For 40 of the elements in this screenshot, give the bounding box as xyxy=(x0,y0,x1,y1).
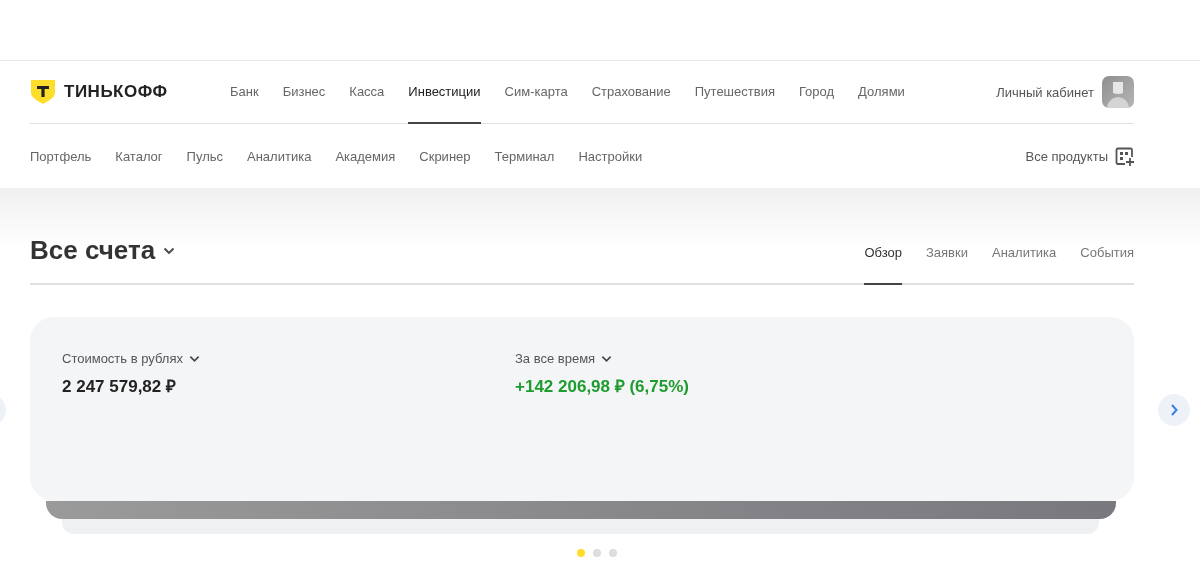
subnav-link[interactable]: Терминал xyxy=(494,148,555,164)
all-products-link[interactable]: Все продукты xyxy=(1025,148,1108,164)
shield-logo-icon xyxy=(30,79,56,105)
subnav-link[interactable]: Каталог xyxy=(115,148,163,164)
chevron-down-icon[interactable] xyxy=(188,354,200,363)
tab[interactable]: Заявки xyxy=(926,234,968,285)
metric-label[interactable]: За все время xyxy=(515,351,596,366)
metric-label[interactable]: Стоимость в рублях xyxy=(62,351,183,366)
subnav-link[interactable]: Аналитика xyxy=(247,148,312,164)
nav-link[interactable]: Касса xyxy=(349,61,385,124)
nav-link[interactable]: Инвестиции xyxy=(408,61,481,124)
carousel-dot[interactable] xyxy=(577,549,585,557)
tab[interactable]: События xyxy=(1080,234,1134,285)
nav-link[interactable]: Путешествия xyxy=(694,61,775,124)
nav-link[interactable]: Долями xyxy=(858,61,905,124)
nav-link[interactable]: Банк xyxy=(230,61,259,124)
subnav-link[interactable]: Академия xyxy=(335,148,396,164)
nav-link[interactable]: Бизнес xyxy=(282,61,326,124)
nav-link[interactable]: Город xyxy=(798,61,835,124)
nav-link[interactable]: Сим-карта xyxy=(504,61,568,124)
metric-value: 2 247 579,82 ₽ xyxy=(62,376,177,397)
account-link[interactable]: Личный кабинет xyxy=(996,84,1094,100)
subnav-link[interactable]: Настройки xyxy=(578,148,643,164)
tab[interactable]: Аналитика xyxy=(991,234,1057,285)
chevron-down-icon[interactable] xyxy=(601,354,613,363)
page-title: Все счета xyxy=(30,235,156,266)
carousel-dot[interactable] xyxy=(609,549,617,557)
logo-text[interactable]: ТИНЬКОФФ xyxy=(64,82,168,102)
subnav-link[interactable]: Скринер xyxy=(419,148,471,164)
nav-link[interactable]: Страхование xyxy=(591,61,671,124)
chevron-right-icon xyxy=(1170,404,1178,416)
tab[interactable]: Обзор xyxy=(864,234,902,285)
grid-plus-icon[interactable] xyxy=(1115,146,1134,166)
next-button[interactable] xyxy=(1158,394,1190,426)
carousel-dot[interactable] xyxy=(593,549,601,557)
avatar-icon[interactable] xyxy=(1102,76,1134,108)
subnav-link[interactable]: Пульс xyxy=(186,148,223,164)
subnav-link[interactable]: Портфель xyxy=(30,148,92,164)
metric-value: +142 206,98 ₽ (6,75%) xyxy=(515,376,690,397)
chevron-down-icon[interactable] xyxy=(163,246,176,255)
